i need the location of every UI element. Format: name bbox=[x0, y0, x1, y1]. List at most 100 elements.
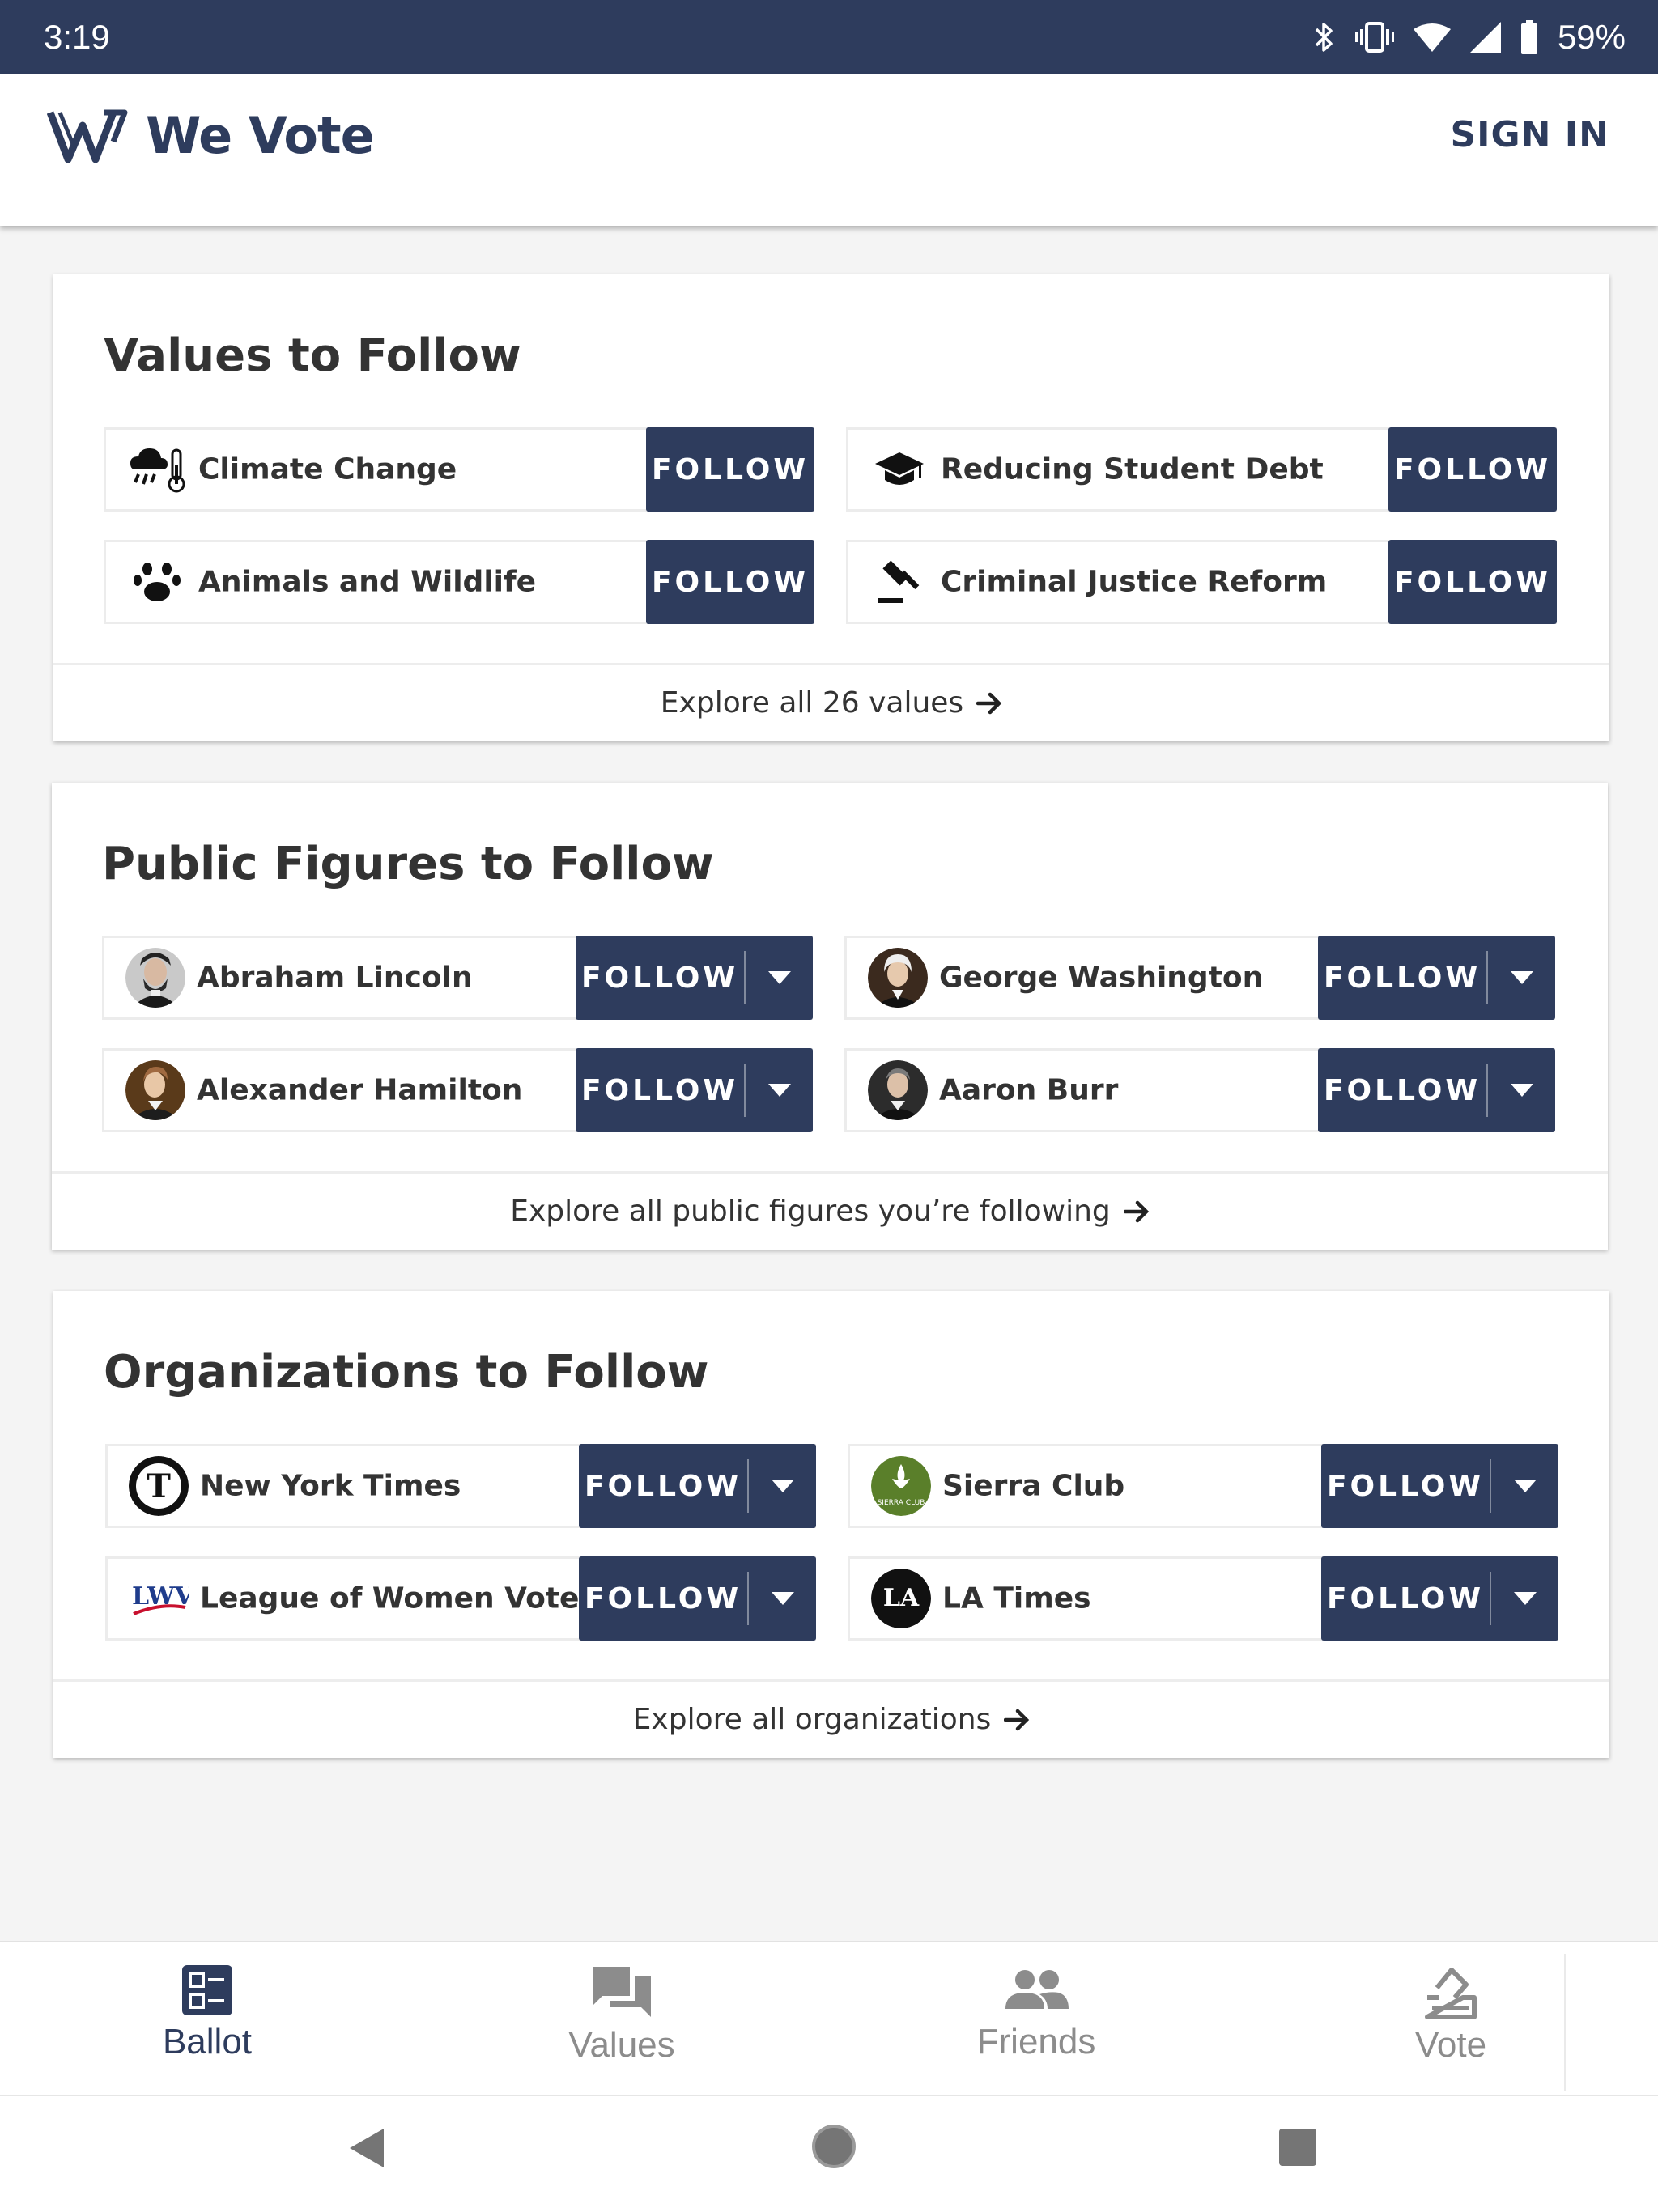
follow-split-button[interactable]: FOLLOW bbox=[579, 1444, 816, 1528]
org-item-sierra-club[interactable]: SIERRA CLUB Sierra Club FOLLOW bbox=[848, 1444, 1558, 1528]
explore-public-figures-label: Explore all public figures you’re follow… bbox=[510, 1195, 1111, 1228]
chevron-down-icon bbox=[1510, 971, 1533, 984]
home-icon[interactable] bbox=[811, 2124, 857, 2169]
figure-item-george-washington[interactable]: George Washington FOLLOW bbox=[844, 936, 1555, 1020]
follow-button[interactable]: FOLLOW bbox=[1388, 540, 1557, 624]
value-item-climate-change[interactable]: Climate Change FOLLOW bbox=[104, 427, 814, 512]
dropdown-button[interactable] bbox=[1491, 1444, 1558, 1528]
nav-item-ballot[interactable]: Ballot bbox=[0, 1942, 414, 2096]
dropdown-button[interactable] bbox=[1488, 936, 1555, 1020]
ballot-icon bbox=[182, 1965, 232, 2015]
values-card-title: Values to Follow bbox=[104, 329, 521, 382]
value-item-reducing-student-debt[interactable]: Reducing Student Debt FOLLOW bbox=[846, 427, 1557, 512]
nav-separator bbox=[1564, 1954, 1566, 2091]
explore-values-label: Explore all 26 values bbox=[660, 686, 964, 720]
follow-button[interactable]: FOLLOW bbox=[1318, 1074, 1486, 1107]
avatar bbox=[868, 948, 928, 1008]
value-item-animals-and-wildlife[interactable]: Animals and Wildlife FOLLOW bbox=[104, 540, 814, 624]
battery-icon bbox=[1520, 20, 1537, 54]
dropdown-button[interactable] bbox=[749, 1556, 816, 1641]
org-item-label: New York Times bbox=[200, 1469, 461, 1503]
dropdown-button[interactable] bbox=[1488, 1048, 1555, 1132]
value-item-label: Criminal Justice Reform bbox=[941, 565, 1328, 599]
paw-icon bbox=[127, 552, 187, 612]
explore-organizations-link[interactable]: Explore all organizations bbox=[53, 1679, 1609, 1757]
follow-button[interactable]: FOLLOW bbox=[1318, 962, 1486, 995]
nav-item-friends[interactable]: Friends bbox=[829, 1942, 1244, 2096]
lwv-logo-icon: LWV bbox=[129, 1569, 189, 1628]
bluetooth-icon bbox=[1315, 23, 1333, 52]
arrow-right-icon bbox=[976, 692, 1002, 714]
value-item-criminal-justice-reform[interactable]: Criminal Justice Reform FOLLOW bbox=[846, 540, 1557, 624]
follow-split-button[interactable]: FOLLOW bbox=[576, 936, 813, 1020]
follow-button[interactable]: FOLLOW bbox=[579, 1470, 747, 1503]
we-vote-logo-icon bbox=[47, 109, 128, 163]
system-nav bbox=[0, 2095, 1658, 2212]
dropdown-button[interactable] bbox=[749, 1444, 816, 1528]
follow-button[interactable]: FOLLOW bbox=[646, 540, 814, 624]
follow-button[interactable]: FOLLOW bbox=[579, 1582, 747, 1615]
follow-split-button[interactable]: FOLLOW bbox=[1321, 1556, 1558, 1641]
follow-button[interactable]: FOLLOW bbox=[576, 962, 744, 995]
svg-text:LA: LA bbox=[883, 1584, 920, 1612]
status-time: 3:19 bbox=[44, 18, 110, 56]
follow-split-button[interactable]: FOLLOW bbox=[579, 1556, 816, 1641]
nav-label: Vote bbox=[1414, 2025, 1487, 2065]
dropdown-button[interactable] bbox=[746, 1048, 813, 1132]
figure-item-label: Aaron Burr bbox=[939, 1073, 1119, 1107]
dropdown-button[interactable] bbox=[1491, 1556, 1558, 1641]
org-item-label: LA Times bbox=[942, 1582, 1091, 1615]
follow-button[interactable]: FOLLOW bbox=[646, 427, 814, 512]
follow-button[interactable]: FOLLOW bbox=[1388, 427, 1557, 512]
value-item-label: Animals and Wildlife bbox=[198, 565, 537, 599]
figure-item-label: Alexander Hamilton bbox=[197, 1073, 523, 1107]
friends-icon bbox=[1005, 1970, 1069, 2009]
follow-split-button[interactable]: FOLLOW bbox=[576, 1048, 813, 1132]
follow-button[interactable]: FOLLOW bbox=[576, 1074, 744, 1107]
avatar bbox=[125, 1060, 185, 1120]
wifi-icon bbox=[1413, 23, 1451, 52]
org-item-label: League of Women Voters bbox=[200, 1582, 611, 1615]
dropdown-button[interactable] bbox=[746, 936, 813, 1020]
org-item-league-of-women-voters[interactable]: LWV League of Women Voters FOLLOW bbox=[105, 1556, 816, 1641]
sierra-club-logo-icon: SIERRA CLUB bbox=[871, 1456, 931, 1516]
chevron-down-icon bbox=[771, 1592, 794, 1605]
org-item-new-york-times[interactable]: T New York Times FOLLOW bbox=[105, 1444, 816, 1528]
logo[interactable]: We Vote bbox=[47, 106, 375, 165]
svg-text:SIERRA CLUB: SIERRA CLUB bbox=[878, 1499, 925, 1507]
value-item-label: Climate Change bbox=[198, 452, 457, 486]
organizations-card: Organizations to Follow T New York Times… bbox=[53, 1291, 1609, 1758]
org-item-la-times[interactable]: LA LA Times FOLLOW bbox=[848, 1556, 1558, 1641]
back-icon[interactable] bbox=[348, 2127, 385, 2169]
nyt-logo-icon: T bbox=[129, 1456, 189, 1516]
follow-split-button[interactable]: FOLLOW bbox=[1318, 936, 1555, 1020]
recents-icon[interactable] bbox=[1278, 2127, 1318, 2167]
figure-item-aaron-burr[interactable]: Aaron Burr FOLLOW bbox=[844, 1048, 1555, 1132]
follow-split-button[interactable]: FOLLOW bbox=[1318, 1048, 1555, 1132]
sign-in-button[interactable]: SIGN IN bbox=[1450, 114, 1609, 155]
bottom-nav: Ballot Values Friends Vote bbox=[0, 1941, 1658, 2095]
chevron-down-icon bbox=[1513, 1480, 1537, 1492]
figure-item-alexander-hamilton[interactable]: Alexander Hamilton FOLLOW bbox=[102, 1048, 813, 1132]
logo-text: We Vote bbox=[146, 106, 375, 165]
climate-icon bbox=[127, 439, 187, 499]
chevron-down-icon bbox=[1510, 1084, 1533, 1097]
figure-item-abraham-lincoln[interactable]: Abraham Lincoln FOLLOW bbox=[102, 936, 813, 1020]
values-icon bbox=[593, 1967, 651, 2017]
arrow-right-icon bbox=[1004, 1709, 1030, 1730]
nav-item-vote[interactable]: Vote bbox=[1244, 1942, 1658, 2096]
explore-values-link[interactable]: Explore all 26 values bbox=[53, 663, 1609, 741]
follow-split-button[interactable]: FOLLOW bbox=[1321, 1444, 1558, 1528]
follow-button[interactable]: FOLLOW bbox=[1321, 1582, 1490, 1615]
explore-organizations-label: Explore all organizations bbox=[632, 1703, 992, 1736]
values-card: Values to Follow Climate Change FOLLOW R… bbox=[53, 274, 1609, 741]
explore-public-figures-link[interactable]: Explore all public figures you’re follow… bbox=[52, 1171, 1608, 1249]
nav-item-values[interactable]: Values bbox=[414, 1942, 829, 2096]
chevron-down-icon bbox=[771, 1480, 794, 1492]
follow-button[interactable]: FOLLOW bbox=[1321, 1470, 1490, 1503]
vibrate-icon bbox=[1354, 22, 1394, 53]
app-header: We Vote SIGN IN bbox=[0, 74, 1658, 226]
nav-label: Ballot bbox=[162, 2022, 253, 2061]
arrow-right-icon bbox=[1123, 1200, 1149, 1222]
vote-icon bbox=[1425, 1968, 1477, 2019]
